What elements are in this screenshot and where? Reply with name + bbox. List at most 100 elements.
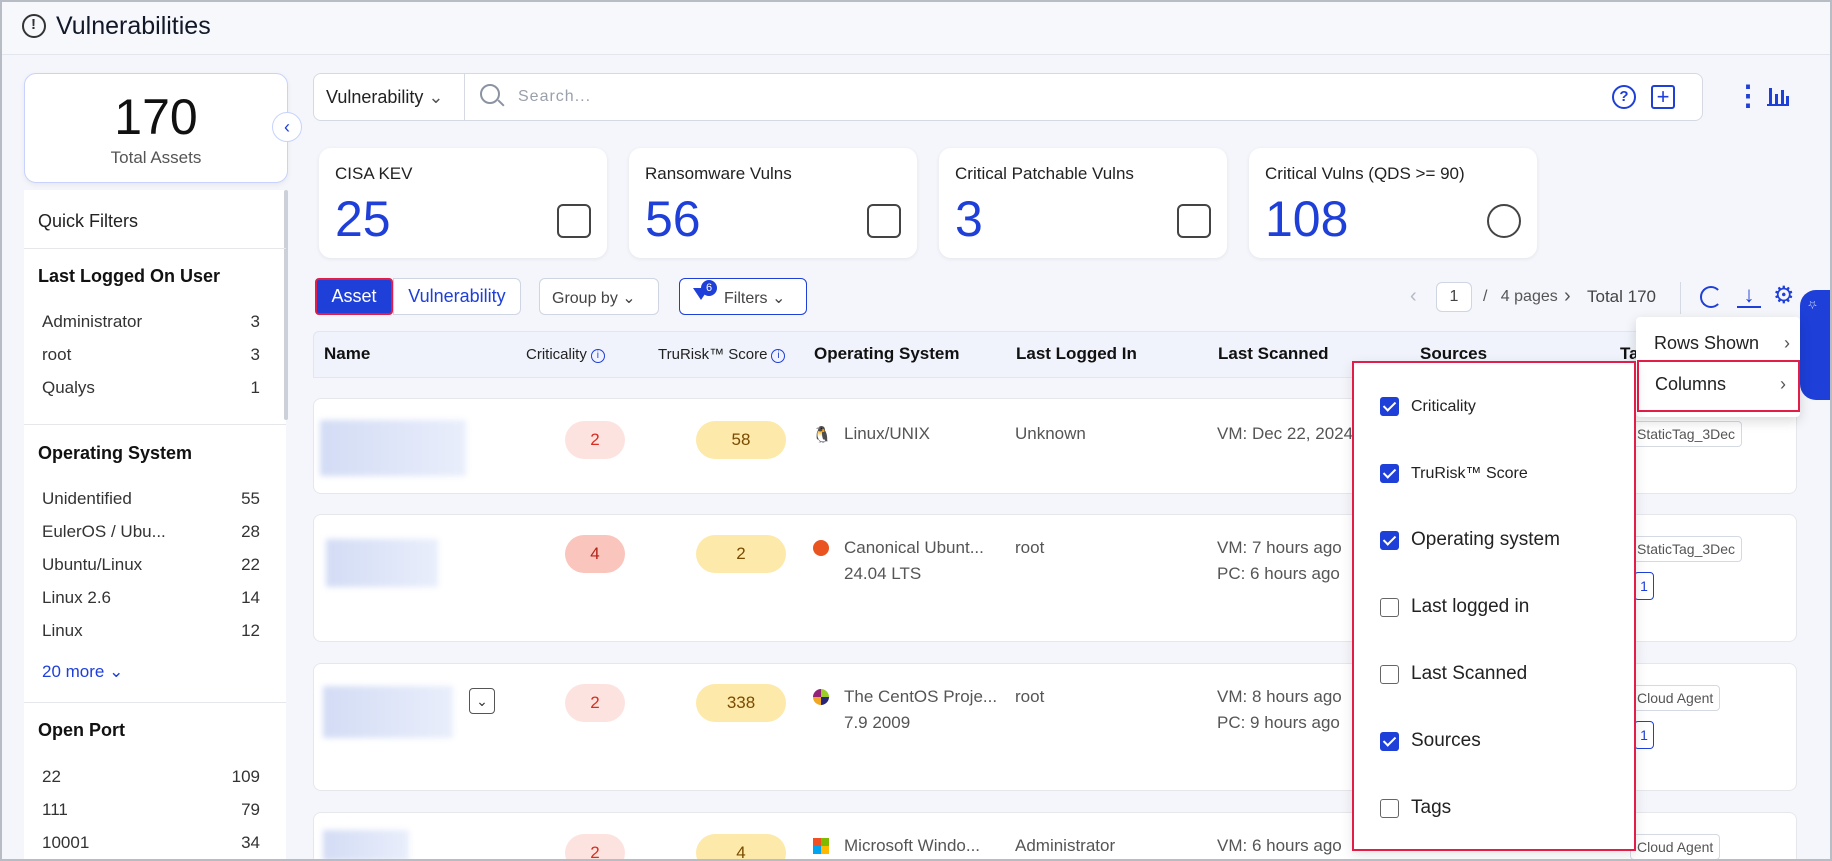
- stat-card-label: Critical Vulns (QDS >= 90): [1265, 164, 1465, 183]
- column-option-trurisk[interactable]: TruRisk™ Score: [1380, 464, 1528, 483]
- filter-item[interactable]: 10001 34: [42, 833, 260, 853]
- page-count: / 4 pages: [1483, 288, 1558, 305]
- filter-item[interactable]: 22 109: [42, 767, 260, 787]
- search-scope-dropdown[interactable]: Vulnerability ⌄: [326, 87, 444, 108]
- tag-chip[interactable]: Cloud Agent: [1630, 834, 1721, 860]
- gauge-icon: [557, 204, 591, 238]
- filter-item[interactable]: Linux 2.6 14: [42, 588, 260, 608]
- checkbox[interactable]: [1380, 464, 1399, 483]
- chevron-down-icon: ⌄: [428, 87, 444, 107]
- windows-icon: [813, 838, 829, 854]
- trurisk-score-badge: 4: [696, 834, 786, 861]
- checkbox[interactable]: [1380, 530, 1399, 550]
- filter-item[interactable]: Ubuntu/Linux 22: [42, 555, 260, 575]
- last-logged-cell: root: [1015, 687, 1045, 706]
- next-page-icon[interactable]: ›: [1564, 285, 1571, 308]
- tab-asset[interactable]: Asset: [315, 278, 393, 315]
- stat-card-ransomware[interactable]: Ransomware Vulns 56: [629, 148, 917, 258]
- group-by-dropdown[interactable]: Group by ⌄: [539, 278, 659, 315]
- asset-name-redacted[interactable]: [323, 686, 453, 738]
- help-icon[interactable]: ?: [1612, 85, 1636, 109]
- filter-item[interactable]: root 3: [42, 345, 260, 365]
- info-icon[interactable]: i: [771, 349, 786, 363]
- column-header-os[interactable]: Operating System: [814, 344, 960, 364]
- criticality-badge: 2: [565, 684, 625, 722]
- checkbox[interactable]: [1380, 597, 1399, 617]
- stat-card-critical-vulns[interactable]: Critical Vulns (QDS >= 90) 108: [1249, 148, 1537, 258]
- criticality-badge: 2: [565, 834, 625, 861]
- stat-card-value: 108: [1265, 191, 1349, 247]
- chevron-right-icon: ›: [1780, 374, 1786, 394]
- gear-icon[interactable]: ⚙: [1773, 284, 1797, 308]
- linux-icon: 🐧: [812, 427, 832, 444]
- filter-item[interactable]: Unidentified 55: [42, 489, 260, 509]
- refresh-icon[interactable]: [1700, 286, 1722, 308]
- filter-item[interactable]: Administrator 3: [42, 312, 260, 332]
- chevron-down-icon: ⌄: [772, 290, 786, 307]
- menu-item-rows-shown[interactable]: Rows Shown ›: [1654, 333, 1790, 354]
- filter-item[interactable]: Qualys 1: [42, 378, 260, 398]
- filter-item[interactable]: EulerOS / Ubu... 28: [42, 522, 260, 542]
- column-option-criticality[interactable]: Criticality: [1380, 397, 1476, 416]
- last-logged-cell: Unknown: [1015, 424, 1086, 443]
- column-header-last-scanned[interactable]: Last Scanned: [1218, 344, 1329, 364]
- filter-item[interactable]: 111 79: [42, 800, 260, 820]
- info-icon[interactable]: i: [590, 349, 605, 363]
- menu-item-columns[interactable]: Columns ›: [1637, 360, 1800, 412]
- os-cell: Linux/UNIX: [844, 424, 930, 443]
- asset-name-redacted[interactable]: [323, 830, 409, 861]
- column-header-trurisk[interactable]: TruRisk™ Score i: [658, 346, 786, 363]
- stat-card-label: CISA KEV: [335, 164, 413, 183]
- checkbox[interactable]: [1380, 664, 1399, 684]
- last-logged-cell: Administrator: [1015, 836, 1116, 855]
- top-bar: [0, 0, 1832, 55]
- stat-card-label: Critical Patchable Vulns: [955, 164, 1134, 183]
- column-header-name[interactable]: Name: [324, 344, 370, 364]
- ubuntu-icon: [813, 540, 829, 556]
- prev-page-icon[interactable]: ‹: [1410, 285, 1417, 308]
- download-icon[interactable]: ↓: [1737, 284, 1761, 308]
- column-option-operating-system[interactable]: Operating system: [1380, 529, 1560, 551]
- package-user-icon: [1177, 204, 1211, 238]
- filter-item[interactable]: Linux 12: [42, 621, 260, 641]
- sidebar-scrollbar[interactable]: [284, 190, 288, 420]
- stat-card-critical-patchable[interactable]: Critical Patchable Vulns 3: [939, 148, 1227, 258]
- stat-card-value: 25: [335, 191, 391, 247]
- tag-count-badge[interactable]: 1: [1634, 572, 1654, 600]
- feedback-icon: ☆: [1807, 298, 1819, 311]
- column-header-last-logged[interactable]: Last Logged In: [1016, 344, 1137, 364]
- checkbox[interactable]: [1380, 731, 1399, 751]
- tab-vulnerability[interactable]: Vulnerability: [393, 278, 521, 315]
- tag-chip[interactable]: Cloud Agent: [1630, 685, 1721, 711]
- clock-search-icon: [1487, 204, 1521, 238]
- asset-name-redacted[interactable]: [320, 420, 466, 476]
- tag-count-badge[interactable]: 1: [1634, 721, 1654, 749]
- collapse-sidebar-button[interactable]: ‹: [272, 112, 302, 142]
- tag-chip[interactable]: StaticTag_3Dec: [1630, 421, 1743, 447]
- tag-chip[interactable]: StaticTag_3Dec: [1630, 536, 1743, 562]
- page-number-input[interactable]: 1: [1436, 282, 1472, 312]
- asset-name-redacted[interactable]: [326, 539, 438, 587]
- column-option-sources[interactable]: Sources: [1380, 730, 1481, 752]
- search-input[interactable]: Search...: [518, 88, 591, 106]
- expand-row-icon[interactable]: ⌄: [469, 688, 495, 714]
- column-option-tags[interactable]: Tags: [1380, 797, 1451, 819]
- bar-chart-icon[interactable]: [1767, 86, 1789, 106]
- column-option-last-logged-in[interactable]: Last logged in: [1380, 596, 1529, 618]
- os-cell: Canonical Ubunt... 24.04 LTS: [844, 538, 984, 583]
- divider: [24, 248, 286, 249]
- checkbox[interactable]: [1380, 798, 1399, 818]
- column-header-criticality[interactable]: Criticality i: [526, 346, 605, 363]
- feedback-side-tab[interactable]: ☆: [1800, 290, 1832, 400]
- stat-card-cisa-kev[interactable]: CISA KEV 25: [319, 148, 607, 258]
- stat-card-value: 56: [645, 191, 701, 247]
- more-options-icon[interactable]: ⋮: [1734, 82, 1762, 110]
- section-title-operating-system: Operating System: [38, 443, 193, 463]
- add-icon[interactable]: +: [1651, 85, 1675, 109]
- checkbox[interactable]: [1380, 397, 1399, 416]
- total-count: Total 170: [1587, 287, 1656, 306]
- show-more-link[interactable]: 20 more ⌄: [42, 662, 123, 682]
- column-option-last-scanned[interactable]: Last Scanned: [1380, 663, 1527, 685]
- stat-card-label: Ransomware Vulns: [645, 164, 792, 183]
- stat-card-value: 3: [955, 191, 983, 247]
